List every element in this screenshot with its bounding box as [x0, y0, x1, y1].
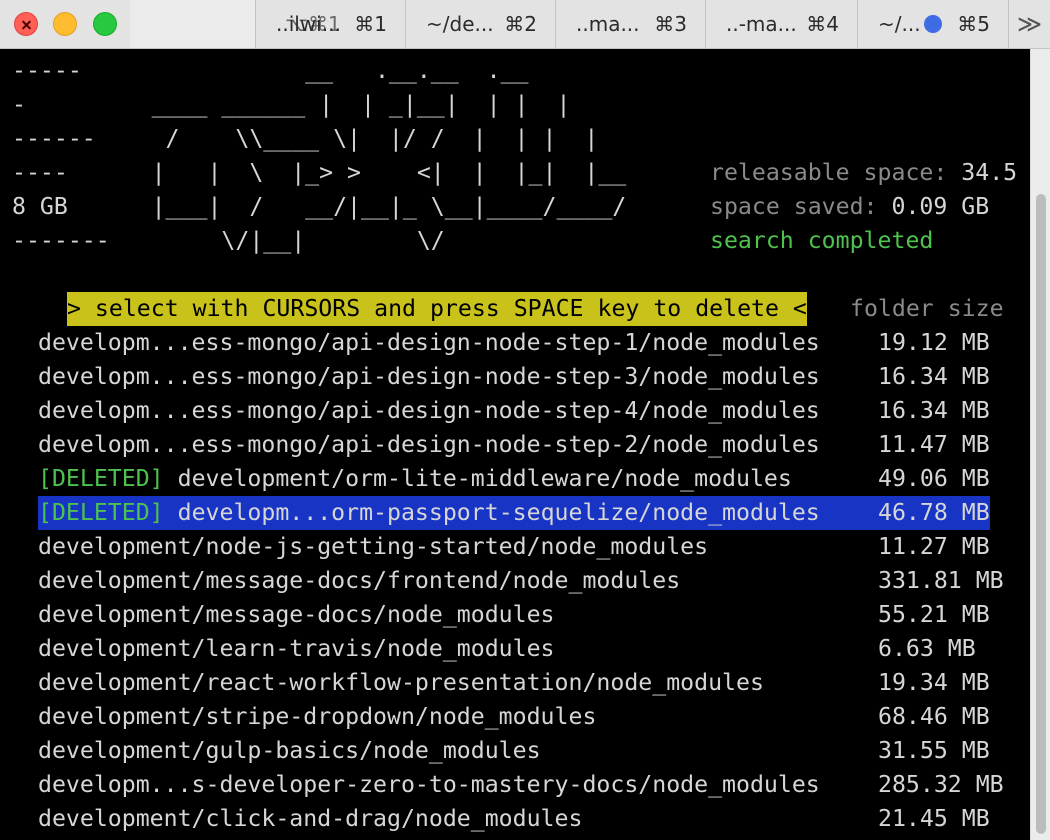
releasable-label: releasable space: — [710, 159, 948, 186]
folder-path: development/react-workflow-presentation/… — [38, 669, 764, 696]
table-row[interactable]: development/gulp-basics/node_modules — [38, 734, 541, 768]
table-row[interactable]: development/message-docs/frontend/node_m… — [38, 564, 680, 598]
activity-dot-icon — [924, 15, 942, 33]
tab-active[interactable]: ⌥⌘1 — [130, 0, 341, 48]
folder-path: developm...ess-mongo/api-design-node-ste… — [38, 431, 820, 458]
folder-path: developm...orm-passport-sequelize/node_m… — [177, 499, 820, 526]
folder-path: development/click-and-drag/node_modules — [38, 805, 583, 832]
folder-size: 55.21 MB — [878, 601, 990, 628]
saved-label: space saved: — [710, 193, 878, 220]
table-row[interactable]: developm...ess-mongo/api-design-node-ste… — [38, 360, 820, 394]
banner-line: - ____ ______ | | _|__| | | | — [12, 91, 571, 118]
close-window-button[interactable] — [14, 12, 38, 36]
folder-path: development/orm-lite-middleware/node_mod… — [177, 465, 792, 492]
scrollbar-thumb[interactable] — [1036, 194, 1046, 834]
tab-overflow-button[interactable]: ≫ — [1008, 0, 1050, 48]
tab-label: ~/... — [878, 12, 921, 36]
tab-shortcut: ⌘1 — [354, 12, 387, 36]
folder-size: 19.34 MB — [878, 669, 990, 696]
table-row[interactable]: developm...s-developer-zero-to-mastery-d… — [38, 768, 820, 802]
table-row[interactable]: development/click-and-drag/node_modules — [38, 802, 582, 836]
tab-4[interactable]: ..-ma... ⌘4 — [705, 0, 857, 48]
table-row[interactable]: developm...ess-mongo/api-design-node-ste… — [38, 326, 820, 360]
table-row[interactable]: development/react-workflow-presentation/… — [38, 666, 764, 700]
folder-size: 49.06 MB — [878, 465, 990, 492]
folder-size: 16.34 MB — [878, 397, 990, 424]
tab-shortcut: ⌘3 — [654, 12, 687, 36]
tab-label: ..ilwi... — [276, 12, 341, 36]
tab-1[interactable]: ..ilwi... ⌘1 — [255, 0, 405, 48]
folder-size-header: folder size — [850, 295, 1004, 322]
folder-path: developm...s-developer-zero-to-mastery-d… — [38, 771, 820, 798]
releasable-value: 34.5 — [961, 159, 1018, 186]
banner-line: ---- | | \ |_> > <| | |_| |__ — [12, 159, 627, 186]
banner-line: ------ / \\____ \| |/ / | | | | — [12, 125, 599, 152]
tab-shortcut: ⌘5 — [957, 12, 990, 36]
table-row[interactable]: developm...ess-mongo/api-design-node-ste… — [38, 394, 820, 428]
deleted-tag: [DELETED] — [38, 499, 164, 526]
folder-path: developm...ess-mongo/api-design-node-ste… — [38, 329, 820, 356]
folder-size: 21.45 MB — [878, 805, 990, 832]
releasable-space: releasable space: 34.5 — [710, 156, 1017, 190]
minimize-window-button[interactable] — [53, 12, 77, 36]
folder-path: development/message-docs/frontend/node_m… — [38, 567, 681, 594]
folder-path: development/learn-travis/node_modules — [38, 635, 555, 662]
table-row[interactable]: [DELETED] developm...orm-passport-sequel… — [38, 496, 820, 530]
table-row[interactable]: development/learn-travis/node_modules — [38, 632, 555, 666]
space-saved: space saved: 0.09 GB — [710, 190, 989, 224]
folder-path: development/node-js-getting-started/node… — [38, 533, 709, 560]
tab-shortcut: ⌘4 — [806, 12, 839, 36]
banner-line: ------- \/|__| \/ — [12, 227, 445, 254]
folder-size: 16.34 MB — [878, 363, 990, 390]
folder-size: 6.63 MB — [878, 635, 976, 662]
terminal-content[interactable]: ----- __ .__.__ .__ - ____ ______ | | _|… — [0, 49, 1030, 840]
tab-label: ..-ma... — [726, 12, 797, 36]
tab-2[interactable]: ~/de... ⌘2 — [405, 0, 555, 48]
folder-path: development/message-docs/node_modules — [38, 601, 555, 628]
folder-size: 11.47 MB — [878, 431, 990, 458]
folder-size: 46.78 MB — [878, 499, 990, 526]
title-bar: ⌥⌘1 ..ilwi... ⌘1 ~/de... ⌘2 ..ma... ⌘3 .… — [0, 0, 1050, 49]
tab-label: ..ma... — [576, 12, 640, 36]
tab-shortcut: ⌘2 — [504, 12, 537, 36]
instruction-banner: > select with CURSORS and press SPACE ke… — [67, 292, 807, 326]
vertical-scrollbar[interactable] — [1030, 49, 1050, 840]
tab-label: ~/de... — [426, 12, 494, 36]
table-row[interactable]: developm...ess-mongo/api-design-node-ste… — [38, 428, 820, 462]
folder-size: 19.12 MB — [878, 329, 990, 356]
tab-5[interactable]: ~/... ⌘5 — [857, 0, 1008, 48]
deleted-tag: [DELETED] — [38, 465, 164, 492]
folder-path: developm...ess-mongo/api-design-node-ste… — [38, 363, 820, 390]
folder-path: development/stripe-dropdown/node_modules — [38, 703, 597, 730]
saved-value: 0.09 GB — [891, 193, 990, 220]
tab-3[interactable]: ..ma... ⌘3 — [555, 0, 705, 48]
folder-path: developm...ess-mongo/api-design-node-ste… — [38, 397, 820, 424]
folder-size: 285.32 MB — [878, 771, 1004, 798]
banner-line: ----- __ .__.__ .__ — [12, 57, 529, 84]
search-status: search completed — [710, 227, 934, 254]
table-row[interactable]: [DELETED] development/orm-lite-middlewar… — [38, 462, 792, 496]
zoom-window-button[interactable] — [93, 12, 117, 36]
folder-size: 31.55 MB — [878, 737, 990, 764]
folder-path: development/gulp-basics/node_modules — [38, 737, 541, 764]
folder-size: 68.46 MB — [878, 703, 990, 730]
banner-line: 8 GB |___| / __/|__|_ \__|____/____/ — [12, 193, 627, 220]
table-row[interactable]: development/message-docs/node_modules — [38, 598, 555, 632]
folder-size: 11.27 MB — [878, 533, 990, 560]
folder-size: 331.81 MB — [878, 567, 1004, 594]
table-row[interactable]: development/stripe-dropdown/node_modules — [38, 700, 596, 734]
terminal-window: ⌥⌘1 ..ilwi... ⌘1 ~/de... ⌘2 ..ma... ⌘3 .… — [0, 0, 1050, 840]
table-row[interactable]: development/node-js-getting-started/node… — [38, 530, 708, 564]
